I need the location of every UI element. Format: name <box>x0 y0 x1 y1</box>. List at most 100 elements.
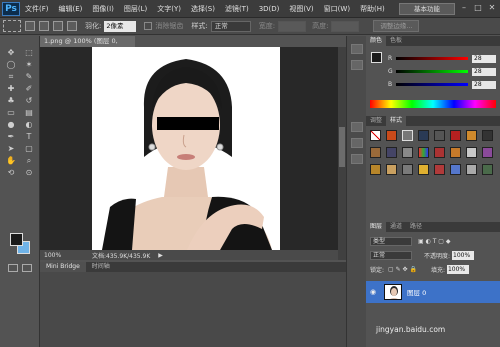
fill-input[interactable]: 100% <box>446 264 469 274</box>
3d-camera-tool-icon[interactable]: ⊙ <box>21 168 37 178</box>
menu-file[interactable]: 文件(F) <box>20 0 54 18</box>
clone-stamp-tool-icon[interactable]: ♣ <box>3 96 19 106</box>
tab-swatches[interactable]: 色板 <box>386 36 406 46</box>
pen-tool-icon[interactable]: ✒ <box>3 132 19 142</box>
path-selection-tool-icon[interactable]: ➤ <box>3 144 19 154</box>
style-swatch[interactable] <box>386 147 397 158</box>
menu-help[interactable]: 帮助(H) <box>355 0 390 18</box>
status-arrow-icon[interactable]: ▶ <box>158 252 163 259</box>
screen-mode-icon[interactable] <box>22 264 32 272</box>
style-swatch[interactable] <box>482 130 493 141</box>
brush-tool-icon[interactable]: ✐ <box>21 84 37 94</box>
style-swatch[interactable] <box>386 164 397 175</box>
menu-3d[interactable]: 3D(D) <box>254 0 285 18</box>
tab-color[interactable]: 颜色 <box>366 36 387 46</box>
lock-icons[interactable]: ▢ ✎ ✥ 🔒 <box>388 266 417 273</box>
tab-adjustments[interactable]: 调整 <box>366 116 386 126</box>
style-swatch[interactable] <box>434 164 445 175</box>
style-swatch[interactable] <box>466 147 477 158</box>
character-panel-icon[interactable] <box>350 138 363 148</box>
style-none-icon[interactable] <box>370 130 381 141</box>
tab-timeline[interactable]: 时间轴 <box>86 262 116 272</box>
style-swatch[interactable] <box>482 164 493 175</box>
green-slider[interactable] <box>396 70 468 73</box>
move-tool-icon[interactable]: ✥ <box>3 48 19 58</box>
menu-layer[interactable]: 图层(L) <box>119 0 152 18</box>
canvas-area[interactable] <box>40 47 338 250</box>
document-tab[interactable]: 1.png @ 100% (图层 0, RGB/8) <box>40 36 135 56</box>
eyedropper-tool-icon[interactable]: ✎ <box>21 72 37 82</box>
paragraph-panel-icon[interactable] <box>350 154 363 164</box>
marquee-preset-icon[interactable] <box>3 20 21 32</box>
quick-mask-icon[interactable] <box>8 264 18 272</box>
style-swatch[interactable] <box>386 130 397 141</box>
zoom-tool-icon[interactable]: ⌕ <box>21 156 37 166</box>
style-swatch[interactable] <box>402 164 413 175</box>
style-swatch[interactable] <box>450 130 461 141</box>
gradient-tool-icon[interactable]: ▤ <box>21 108 37 118</box>
style-swatch[interactable] <box>466 164 477 175</box>
layer-kind-filter[interactable]: 类型 <box>370 236 412 246</box>
intersect-selection-icon[interactable] <box>67 21 77 31</box>
style-swatch[interactable] <box>434 147 445 158</box>
style-swatch[interactable] <box>434 130 445 141</box>
layer-name[interactable]: 图层 0 <box>407 287 426 297</box>
healing-tool-icon[interactable]: ✚ <box>3 84 19 94</box>
width-input[interactable] <box>278 20 307 32</box>
anti-alias-checkbox[interactable] <box>144 22 153 30</box>
style-swatch[interactable] <box>450 164 461 175</box>
tab-mini-bridge[interactable]: Mini Bridge <box>40 262 86 272</box>
properties-panel-icon[interactable] <box>350 60 363 70</box>
feather-input[interactable]: 2像素 <box>104 20 137 32</box>
blend-mode-select[interactable]: 正常 <box>370 250 412 260</box>
red-value-input[interactable]: 28 <box>472 54 496 63</box>
scrollbar-thumb[interactable] <box>339 127 345 167</box>
marquee-tool-icon[interactable]: ⬚ <box>21 48 37 58</box>
style-swatch[interactable] <box>370 164 381 175</box>
eraser-tool-icon[interactable]: ▭ <box>3 108 19 118</box>
3d-rotate-tool-icon[interactable]: ⟲ <box>3 168 19 178</box>
style-swatch[interactable] <box>418 164 429 175</box>
dodge-tool-icon[interactable]: ◐ <box>21 120 37 130</box>
style-select[interactable]: 正常 <box>210 20 251 32</box>
zoom-level[interactable]: 100% <box>44 252 72 259</box>
color-panel-fg-swatch[interactable] <box>371 52 382 63</box>
eye-icon[interactable]: ◉ <box>370 288 380 296</box>
style-swatch[interactable] <box>466 130 477 141</box>
style-swatch[interactable] <box>450 147 461 158</box>
close-icon[interactable]: ✕ <box>486 2 498 14</box>
menu-select[interactable]: 选择(S) <box>186 0 220 18</box>
menu-type[interactable]: 文字(Y) <box>152 0 186 18</box>
hand-tool-icon[interactable]: ✋ <box>3 156 19 166</box>
tab-channels[interactable]: 通道 <box>386 222 406 232</box>
menu-window[interactable]: 窗口(W) <box>319 0 355 18</box>
add-selection-icon[interactable] <box>39 21 49 31</box>
blur-tool-icon[interactable]: ● <box>3 120 19 130</box>
color-spectrum-bar[interactable] <box>370 100 496 108</box>
menu-edit[interactable]: 编辑(E) <box>54 0 88 18</box>
style-swatch[interactable] <box>402 147 413 158</box>
style-swatch[interactable] <box>370 147 381 158</box>
style-swatch[interactable] <box>482 147 493 158</box>
crop-tool-icon[interactable]: ⌗ <box>3 72 19 82</box>
workspace-button[interactable]: 基本功能 <box>399 3 455 15</box>
minimize-icon[interactable]: – <box>458 2 470 14</box>
menu-filter[interactable]: 滤镜(T) <box>220 0 254 18</box>
style-swatch[interactable] <box>418 130 429 141</box>
red-slider[interactable] <box>396 57 468 60</box>
tab-styles[interactable]: 样式 <box>386 116 407 126</box>
canvas-vertical-scrollbar[interactable] <box>338 47 346 260</box>
tab-layers[interactable]: 图层 <box>366 222 387 232</box>
height-input[interactable] <box>331 20 360 32</box>
blue-value-input[interactable]: 28 <box>472 80 496 89</box>
history-brush-tool-icon[interactable]: ↺ <box>21 96 37 106</box>
blue-slider[interactable] <box>396 83 468 86</box>
shape-tool-icon[interactable]: ▢ <box>21 144 37 154</box>
magic-wand-tool-icon[interactable]: ✶ <box>21 60 37 70</box>
menu-view[interactable]: 视图(V) <box>284 0 318 18</box>
style-swatch[interactable] <box>418 147 429 158</box>
refine-edge-button[interactable]: 调整边缘... <box>373 20 420 32</box>
opacity-input[interactable]: 100% <box>452 250 475 260</box>
maximize-icon[interactable]: □ <box>472 2 484 14</box>
history-panel-icon[interactable] <box>350 44 363 54</box>
